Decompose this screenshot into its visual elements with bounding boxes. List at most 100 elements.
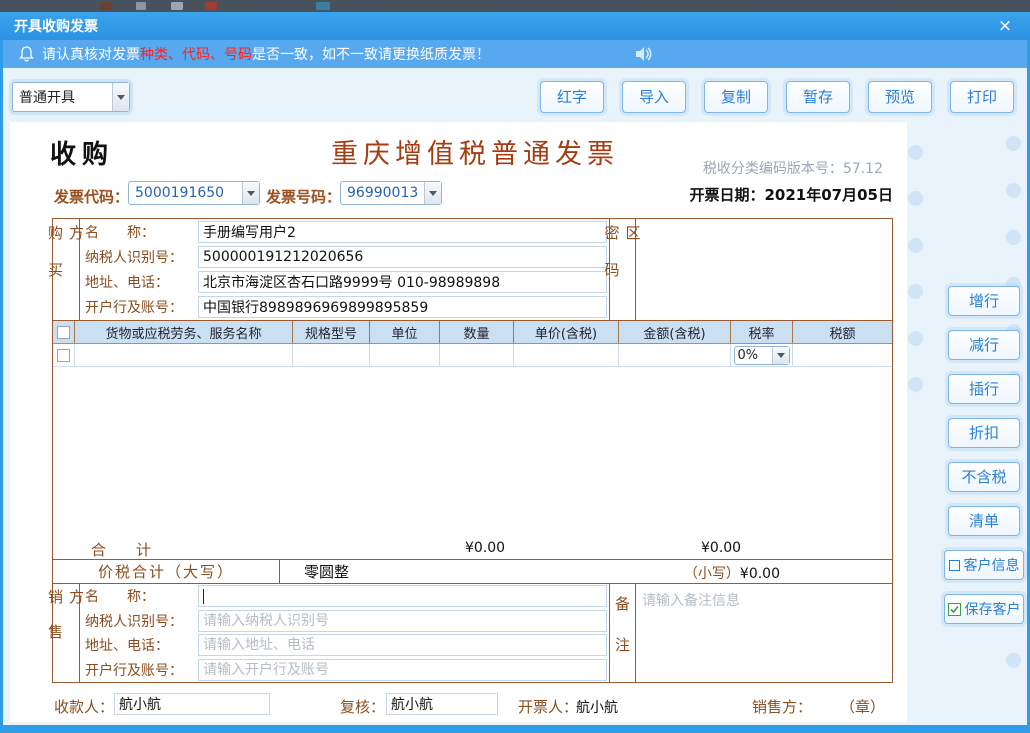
total-label: 合 计 [91, 539, 151, 560]
seller-bank-label: 开户行及账号： [80, 660, 198, 680]
col-header: 单价(含税) [514, 321, 619, 343]
decor-dot [908, 191, 923, 206]
close-icon[interactable]: × [994, 12, 1016, 40]
seller-bank-input[interactable] [198, 659, 607, 681]
invoice-number-select[interactable]: 96990013 [340, 181, 442, 205]
invoice-date-value: 2021年07月05日 [765, 186, 894, 204]
col-header: 数量 [440, 321, 514, 343]
invoice-code-select[interactable]: 5000191650 [128, 181, 260, 205]
amount-in-words-label: 价税合计（大写） [53, 560, 280, 583]
remark-side-label: 备注 [609, 584, 636, 682]
total-amount: ¥0.00 [701, 540, 741, 556]
amount-in-figures-value: ¥0.00 [740, 566, 780, 582]
titlebar: 开具收购发票 × [0, 12, 1030, 40]
notice-suffix: 是否一致，如不一致请更换纸质发票！ [252, 47, 490, 63]
invoice-footer: 收款人： 复核： 开票人： 航小航 销售方： （章） [52, 693, 893, 719]
decor-dot [1006, 653, 1021, 668]
invoice-code-row: 发票代码： 5000191650 发票号码： 96990013 开票日期：202… [10, 184, 907, 210]
payee-label: 收款人： [54, 696, 114, 717]
insert-row-button[interactable]: 插行 [948, 374, 1020, 404]
amount-in-words-row: 价税合计（大写） 零圆整 （小写）¥0.00 [53, 560, 892, 584]
buyer-name-input[interactable] [198, 221, 607, 243]
chevron-down-icon [112, 83, 129, 111]
notice-text: 请认真核对发票种类、代码、号码是否一致，如不一致请更换纸质发票！ [42, 44, 490, 64]
invoice-code-value: 5000191650 [129, 182, 242, 204]
item-row: 0% [53, 344, 892, 367]
buyer-bank-input[interactable] [198, 296, 607, 318]
tax-rate-select[interactable]: 0% [734, 346, 790, 365]
invoice-number-label: 发票号码： [266, 186, 341, 207]
invoice-number-value: 96990013 [341, 182, 424, 204]
red-invoice-button[interactable]: 红字 [540, 81, 604, 113]
seller-address-row: 地址、电话： [80, 633, 609, 658]
buyer-address-input[interactable] [198, 271, 607, 293]
buyer-name-label: 名 称： [80, 222, 198, 242]
decor-dot [908, 284, 923, 299]
chevron-down-icon [242, 182, 259, 204]
seller-bank-row: 开户行及账号： [80, 658, 609, 683]
hold-button[interactable]: 暂存 [786, 81, 850, 113]
seller-name-row: 名 称： [80, 584, 609, 609]
remark-area [636, 584, 892, 682]
seller-address-input[interactable] [198, 634, 607, 656]
item-qty-cell[interactable] [440, 344, 514, 366]
item-price-cell[interactable] [514, 344, 619, 366]
row-select-cell [53, 344, 75, 366]
reviewer-label: 复核： [340, 696, 385, 717]
select-all-checkbox[interactable] [57, 326, 70, 339]
desktop-background [0, 0, 1030, 12]
customer-info-button[interactable]: 客户信息 [944, 550, 1024, 580]
amount-in-figures-label: （小写） [684, 566, 740, 582]
speaker-icon[interactable] [633, 44, 653, 68]
col-header: 税率 [731, 321, 793, 343]
items-table-header: 货物或应税劳务、服务名称 规格型号 单位 数量 单价(含税) 金额(含税) 税率… [53, 321, 892, 344]
remove-row-button[interactable]: 减行 [948, 330, 1020, 360]
col-header: 税额 [793, 321, 892, 343]
item-amount-cell[interactable] [619, 344, 731, 366]
drawer-label: 开票人： [518, 696, 578, 717]
seller-name-label: 名 称： [80, 586, 198, 606]
item-spec-cell[interactable] [293, 344, 370, 366]
buyer-rows: 名 称： 纳税人识别号： 地址、电话： 开户行及账号： [80, 219, 609, 320]
buyer-taxid-input[interactable] [198, 246, 607, 268]
preview-button[interactable]: 预览 [868, 81, 932, 113]
invoice-window: 开具收购发票 × 请认真核对发票种类、代码、号码是否一致，如不一致请更换纸质发票… [0, 0, 1030, 733]
payee-input[interactable] [114, 693, 270, 715]
amount-in-words-value: 零圆整 [304, 561, 349, 582]
issue-mode-select[interactable]: 普通开具 [12, 82, 130, 112]
window-border-left [0, 12, 3, 733]
text-caret [203, 589, 204, 604]
import-button[interactable]: 导入 [622, 81, 686, 113]
desktop-icon [205, 2, 217, 10]
notice-prefix: 请认真核对发票 [42, 47, 140, 63]
invoice-title: 重庆增值税普通发票 [250, 132, 700, 171]
buyer-bank-label: 开户行及账号： [80, 297, 198, 317]
col-header: 金额(含税) [619, 321, 731, 343]
checked-checkbox-icon [948, 603, 961, 616]
save-customer-button[interactable]: 保存客户 [944, 594, 1024, 624]
item-unit-cell[interactable] [370, 344, 440, 366]
tax-exclusive-button[interactable]: 不含税 [948, 462, 1020, 492]
print-button[interactable]: 打印 [950, 81, 1014, 113]
seller-taxid-input[interactable] [198, 610, 607, 632]
seller-taxid-row: 纳税人识别号： [80, 609, 609, 634]
reviewer-input[interactable] [386, 693, 498, 715]
discount-button[interactable]: 折扣 [948, 418, 1020, 448]
item-tax-cell[interactable] [793, 344, 892, 366]
row-checkbox[interactable] [57, 349, 70, 362]
window-border-bottom [0, 725, 1030, 733]
invoice-date-label: 开票日期： [689, 186, 764, 204]
buyer-section: 购买方 名 称： 纳税人识别号： 地址、电话： [53, 219, 892, 321]
invoice-code-label: 发票代码： [54, 186, 129, 207]
seller-address-label: 地址、电话： [80, 635, 198, 655]
buyer-side-label: 购买方 [53, 219, 80, 320]
remark-input[interactable] [636, 584, 892, 682]
chevron-down-icon [424, 182, 441, 204]
list-button[interactable]: 清单 [948, 506, 1020, 536]
add-row-button[interactable]: 增行 [948, 286, 1020, 316]
seller-name-input[interactable] [198, 585, 607, 607]
item-name-cell[interactable] [75, 344, 293, 366]
decor-dot [908, 331, 923, 346]
copy-button[interactable]: 复制 [704, 81, 768, 113]
item-taxrate-cell: 0% [731, 344, 793, 366]
